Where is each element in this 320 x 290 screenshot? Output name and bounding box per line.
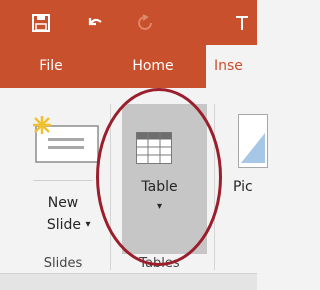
save-icon	[32, 13, 50, 32]
tab-file[interactable]: File	[30, 45, 72, 88]
undo-button[interactable]	[72, 0, 118, 45]
pictures-label: Pic	[233, 179, 253, 195]
tab-home[interactable]: Home	[120, 45, 186, 88]
tab-insert[interactable]: Inse	[206, 45, 257, 88]
highlight-ellipse	[96, 88, 222, 266]
new-slide-split-divider	[33, 180, 93, 181]
ribbon-tab-bar: File Home Inse	[0, 45, 257, 88]
redo-icon	[138, 13, 152, 30]
pictures-icon	[238, 114, 268, 168]
save-button[interactable]	[18, 0, 64, 45]
new-slide-label-line2: Slide	[46, 217, 81, 233]
undo-icon	[88, 17, 102, 25]
group-label-slides: Slides	[43, 256, 83, 271]
new-slide-dropdown-icon: ▾	[85, 219, 91, 230]
quick-access-toolbar	[0, 0, 257, 45]
new-slide-label-line1: New	[47, 195, 79, 211]
ribbon-bottom-edge	[0, 273, 257, 290]
more-qat-button[interactable]	[236, 0, 257, 45]
partial-icon	[236, 15, 248, 30]
new-slide-icon	[33, 116, 99, 163]
redo-button[interactable]	[122, 0, 168, 45]
